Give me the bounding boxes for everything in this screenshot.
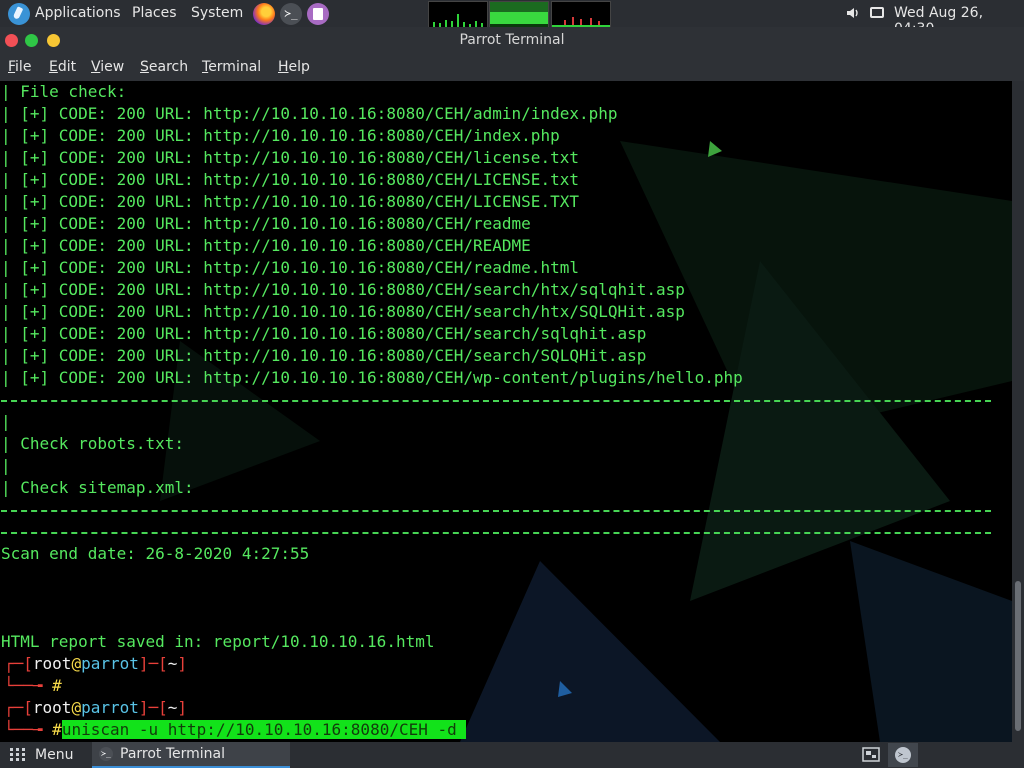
scan-result-line: | [+] CODE: 200 URL: http://10.10.10.16:… [1,302,685,321]
window-title-bar[interactable]: Parrot Terminal [0,27,1024,54]
output-line: | [1,456,11,475]
menu-help[interactable]: Help [278,59,310,75]
separator-line [1,400,991,402]
notes-icon[interactable] [307,3,329,25]
prompt-host: parrot [81,698,139,717]
separator-line [1,510,991,512]
check-sitemap-line: | Check sitemap.xml: [1,478,194,497]
scan-result-line: | [+] CODE: 200 URL: http://10.10.10.16:… [1,346,647,365]
window-title: Parrot Terminal [459,32,565,48]
grid-menu-icon[interactable] [10,748,26,762]
scan-result-line: | [+] CODE: 200 URL: http://10.10.10.16:… [1,324,647,343]
terminal-output[interactable]: | File check: | [+] CODE: 200 URL: http:… [0,81,1012,742]
cpu-monitor[interactable] [428,1,488,28]
shell-prompt: ┌─[root@parrot]─[~] [4,654,188,673]
network-graph [552,17,610,27]
memory-graph [490,2,548,27]
menu-search[interactable]: Search [140,59,188,75]
scan-result-line: | [+] CODE: 200 URL: http://10.10.10.16:… [1,170,579,189]
report-saved-line: HTML report saved in: report/10.10.10.16… [1,632,435,651]
scan-end-date: Scan end date: 26-8-2020 4:27:55 [1,544,310,563]
scan-result-line: | [+] CODE: 200 URL: http://10.10.10.16:… [1,148,579,167]
output-line: | [1,412,11,431]
menu-file[interactable]: File [8,59,31,75]
scan-result-line: | [+] CODE: 200 URL: http://10.10.10.16:… [1,258,579,277]
prompt-host: parrot [81,654,139,673]
system-menu[interactable]: System [191,5,243,21]
prompt-user: root [32,698,72,717]
taskbar-item-parrot-terminal[interactable]: ≻_ Parrot Terminal [92,742,290,768]
scan-result-line: | [+] CODE: 200 URL: http://10.10.10.16:… [1,104,618,123]
shell-prompt-line: └──╼ # [4,676,62,695]
parrot-logo-icon[interactable] [8,3,30,25]
terminal-tray-icon[interactable] [888,743,918,767]
volume-icon[interactable] [846,6,860,20]
check-robots-line: | Check robots.txt: [1,434,185,453]
scan-result-line: | [+] CODE: 200 URL: http://10.10.10.16:… [1,368,743,387]
cpu-graph [433,14,483,27]
shell-prompt: ┌─[root@parrot]─[~] [4,698,188,717]
file-check-header: | File check: [1,82,127,101]
scan-result-line: | [+] CODE: 200 URL: http://10.10.10.16:… [1,126,560,145]
places-menu[interactable]: Places [132,5,177,21]
scan-result-line: | [+] CODE: 200 URL: http://10.10.10.16:… [1,214,531,233]
shell-input-line[interactable]: └──╼ #uniscan -u http://10.10.10.16:8080… [4,719,467,741]
bottom-panel: Menu ≻_ Parrot Terminal [0,742,1024,768]
terminal-icon: ≻_ [99,747,113,761]
taskbar-item-label: Parrot Terminal [120,746,226,762]
screen-icon[interactable] [870,7,884,18]
menu-bar: File Edit View Search Terminal Help [0,54,1024,81]
network-monitor[interactable] [551,1,611,28]
terminal-scrollbar[interactable] [1012,81,1024,742]
menu-edit[interactable]: Edit [49,59,76,75]
prompt-dir: ~ [167,698,178,717]
prompt-dir: ~ [167,654,178,673]
memory-monitor[interactable] [489,1,549,28]
prompt-user: root [32,654,72,673]
prompt-at: @ [71,654,82,673]
menu-view[interactable]: View [91,59,124,75]
top-panel: Applications Places System ≻_ Wed Aug 26… [0,0,1024,37]
scan-result-line: | [+] CODE: 200 URL: http://10.10.10.16:… [1,192,579,211]
command-input[interactable]: uniscan -u http://10.10.10.16:8080/CEH -… [61,720,467,739]
applications-menu[interactable]: Applications [35,5,121,21]
menu-button[interactable]: Menu [35,747,73,763]
prompt-symbol: # [52,720,62,739]
scrollbar-thumb[interactable] [1015,581,1021,731]
menu-terminal[interactable]: Terminal [202,59,261,75]
prompt-symbol: # [52,676,62,695]
scan-result-line: | [+] CODE: 200 URL: http://10.10.10.16:… [1,280,685,299]
scan-result-line: | [+] CODE: 200 URL: http://10.10.10.16:… [1,236,531,255]
terminal-icon[interactable]: ≻_ [280,3,302,25]
prompt-at: @ [71,698,82,717]
firefox-icon[interactable] [253,3,275,25]
separator-line [1,532,991,534]
workspace-switcher-icon[interactable] [862,747,880,762]
